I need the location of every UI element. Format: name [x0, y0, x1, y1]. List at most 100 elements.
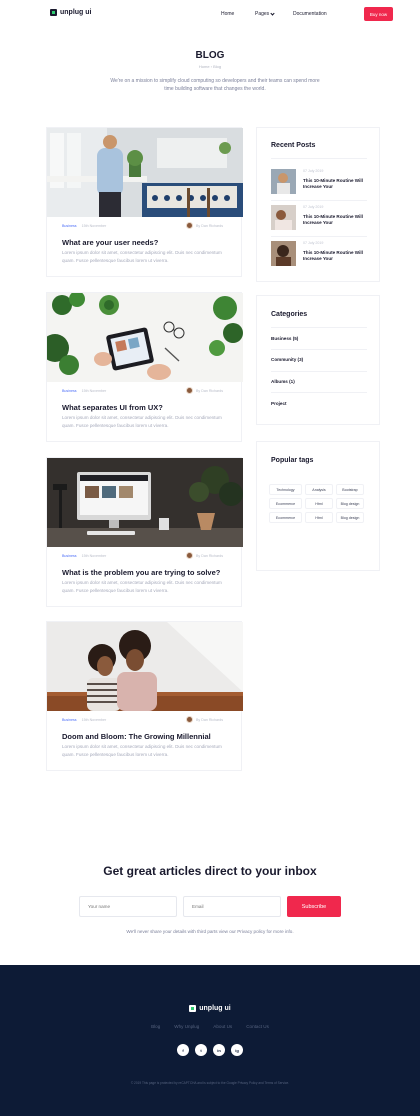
tag[interactable]: Bootstrap: [336, 484, 364, 495]
avatar: [186, 716, 194, 723]
post-category[interactable]: Business: [62, 718, 77, 722]
post-excerpt: Lorem ipsum dolor sit amet, consectetur …: [62, 744, 222, 757]
recent-post-item[interactable]: 07 July 2019 This 10-Minute Routine Will…: [271, 205, 371, 233]
breadcrumb[interactable]: Home › Blog: [0, 64, 420, 69]
blog-post-card[interactable]: Business 15th November By Dan Richards W…: [46, 457, 243, 607]
recent-post-title[interactable]: This 10-Minute Routine Will Increase You…: [303, 214, 369, 226]
popular-tags-title: Popular tags: [271, 457, 314, 464]
tag[interactable]: Html: [305, 498, 333, 509]
popular-tags-widget: Popular tags Technology Analysis Bootstr…: [256, 441, 380, 571]
blog-post-card[interactable]: Business 15th November By Dan Richards W…: [46, 127, 243, 277]
twitter-icon[interactable]: t: [195, 1044, 207, 1056]
post-date: 15th November: [81, 224, 107, 228]
page-title: BLOG: [195, 50, 225, 61]
post-author[interactable]: By Dan Richards: [186, 387, 223, 394]
recent-post-thumbnail: [271, 241, 296, 266]
logo[interactable]: unplug ui: [50, 9, 92, 16]
recent-posts-widget: Recent Posts 07 July 2019 This 10-Minute…: [256, 127, 380, 282]
nav-pages[interactable]: Pages: [255, 10, 275, 17]
blog-post-card[interactable]: Business 15th November By Dan Richards W…: [46, 292, 243, 442]
post-date: 15th November: [81, 389, 107, 393]
categories-title: Categories: [271, 311, 308, 318]
recent-post-item[interactable]: 07 July 2019 This 10-Minute Routine Will…: [271, 241, 371, 269]
nav-pages-label: Pages: [255, 11, 270, 17]
post-excerpt: Lorem ipsum dolor sit amet, consectetur …: [62, 250, 222, 263]
post-category[interactable]: Business: [62, 554, 77, 558]
footer-link-blog[interactable]: Blog: [151, 1024, 160, 1029]
recent-post-date: 07 July 2019: [303, 205, 324, 209]
recent-post-date: 07 July 2019: [303, 241, 324, 245]
post-title[interactable]: What is the problem you are trying to so…: [62, 568, 220, 577]
nav-home[interactable]: Home: [221, 11, 234, 17]
subscribe-button[interactable]: Subscribe: [287, 896, 341, 917]
site-header: unplug ui Home Pages Documentation Buy n…: [0, 0, 420, 30]
recent-post-date: 07 July 2019: [303, 169, 324, 173]
recent-post-thumbnail: [271, 169, 296, 194]
tag[interactable]: Html: [305, 512, 333, 523]
post-title[interactable]: What are your user needs?: [62, 238, 158, 247]
category-item[interactable]: Business (5): [271, 336, 298, 341]
recent-post-item[interactable]: 07 July 2019 This 10-Minute Routine Will…: [271, 169, 371, 197]
post-image-office: [47, 128, 243, 217]
post-image-couple: [47, 622, 243, 711]
post-author[interactable]: By Dan Richards: [186, 222, 223, 229]
post-image-desk: [47, 458, 243, 547]
post-author[interactable]: By Dan Richards: [186, 552, 223, 559]
page-description: We're on a mission to simplify cloud com…: [110, 78, 320, 92]
instagram-icon[interactable]: ig: [231, 1044, 243, 1056]
post-date: 15th November: [81, 718, 107, 722]
tag[interactable]: Technology: [269, 484, 302, 495]
categories-widget: Categories Business (5) Community (3) Al…: [256, 295, 380, 425]
post-category[interactable]: Business: [62, 224, 77, 228]
email-field[interactable]: [183, 896, 281, 917]
buy-now-button[interactable]: Buy now: [364, 7, 393, 21]
post-author[interactable]: By Dan Richards: [186, 716, 223, 723]
logo-text: unplug ui: [60, 9, 92, 16]
post-image-tablet: [47, 293, 243, 382]
newsletter-title: Get great articles direct to your inbox: [103, 864, 317, 878]
post-author-name: By Dan Richards: [196, 717, 223, 722]
category-item[interactable]: Albums (1): [271, 379, 295, 384]
post-author-name: By Dan Richards: [196, 388, 223, 393]
footer-link-about-us[interactable]: About Us: [213, 1024, 232, 1029]
category-item[interactable]: Project: [271, 401, 287, 406]
post-date: 15th November: [81, 554, 107, 558]
post-author-name: By Dan Richards: [196, 223, 223, 228]
avatar: [186, 222, 194, 229]
logo-text: unplug ui: [199, 1005, 231, 1012]
blog-post-card[interactable]: Business 15th November By Dan Richards D…: [46, 621, 243, 771]
nav-documentation[interactable]: Documentation: [293, 11, 327, 17]
post-excerpt: Lorem ipsum dolor sit amet, consectetur …: [62, 415, 222, 428]
category-item[interactable]: Community (3): [271, 357, 303, 362]
recent-posts-title: Recent Posts: [271, 142, 316, 149]
tag[interactable]: Analysis: [305, 484, 333, 495]
social-links: f t in ig: [0, 1044, 420, 1056]
linkedin-icon[interactable]: in: [213, 1044, 225, 1056]
name-field[interactable]: [79, 896, 177, 917]
tag[interactable]: Ecommerce: [269, 498, 302, 509]
footer-link-why-unplug[interactable]: Why Unplug: [174, 1024, 199, 1029]
footer-links: Blog Why Unplug About Us Contact Us: [0, 1024, 420, 1029]
post-title[interactable]: What separates UI from UX?: [62, 403, 163, 412]
footer-logo[interactable]: unplug ui: [0, 1005, 420, 1012]
recent-post-title[interactable]: This 10-Minute Routine Will Increase You…: [303, 250, 369, 262]
avatar: [186, 387, 194, 394]
privacy-note: We'll never share your details with thir…: [126, 929, 294, 934]
recent-post-title[interactable]: This 10-Minute Routine Will Increase You…: [303, 178, 369, 190]
copyright: © 2019 This page is protected by reCAPTC…: [130, 1081, 290, 1085]
post-category[interactable]: Business: [62, 389, 77, 393]
post-author-name: By Dan Richards: [196, 553, 223, 558]
post-excerpt: Lorem ipsum dolor sit amet, consectetur …: [62, 580, 222, 593]
tag[interactable]: Ecommerce: [269, 512, 302, 523]
post-title[interactable]: Doom and Bloom: The Growing Millennial: [62, 732, 211, 741]
site-footer: unplug ui Blog Why Unplug About Us Conta…: [0, 965, 420, 1116]
logo-icon: [50, 9, 57, 16]
logo-icon: [189, 1005, 197, 1012]
facebook-icon[interactable]: f: [177, 1044, 189, 1056]
avatar: [186, 552, 194, 559]
chevron-down-icon: [270, 10, 275, 16]
recent-post-thumbnail: [271, 205, 296, 230]
tag[interactable]: Blog design: [336, 512, 364, 523]
footer-link-contact-us[interactable]: Contact Us: [246, 1024, 269, 1029]
tag[interactable]: Blog design: [336, 498, 364, 509]
